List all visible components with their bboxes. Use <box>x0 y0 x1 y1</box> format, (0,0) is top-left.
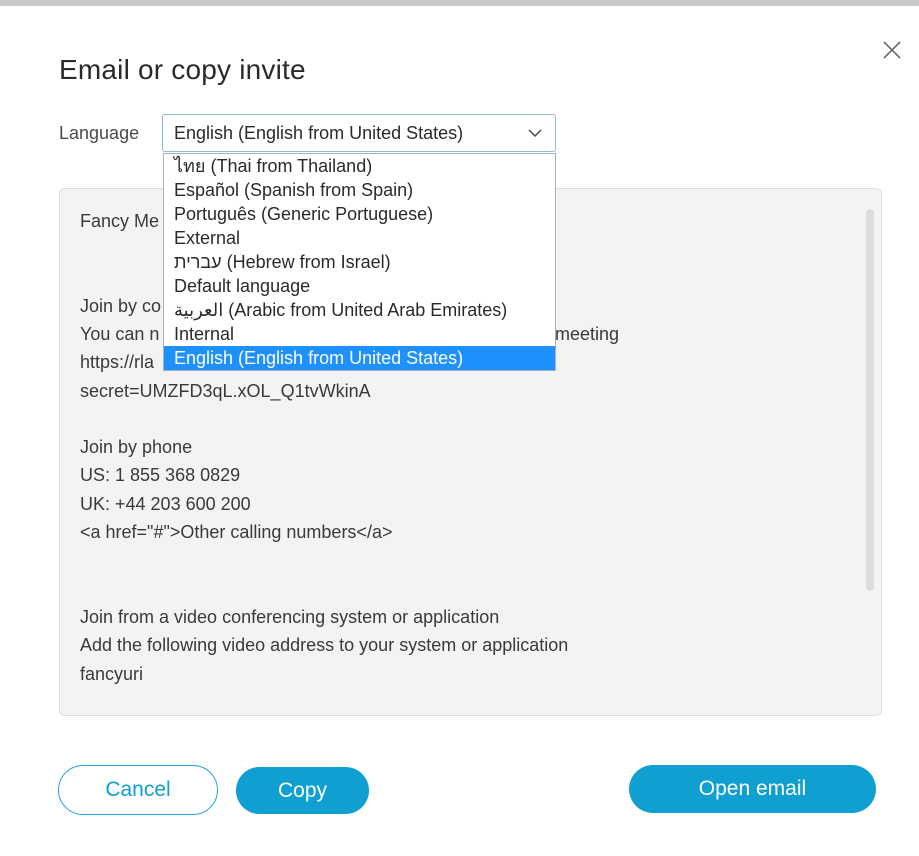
language-option-default[interactable]: Default language <box>164 274 555 298</box>
language-select[interactable]: English (English from United States) <box>162 114 556 152</box>
message-line: Join by phone <box>80 437 193 457</box>
copy-button[interactable]: Copy <box>236 767 369 814</box>
cancel-button[interactable]: Cancel <box>58 765 218 815</box>
close-icon[interactable] <box>882 40 902 60</box>
message-line: secret=UMZFD3qL.xOL_Q1tvWkinA <box>80 381 371 401</box>
message-line: UK: +44 203 600 200 <box>80 494 251 514</box>
top-border <box>0 0 919 6</box>
language-option-spanish[interactable]: Español (Spanish from Spain) <box>164 178 555 202</box>
message-line: Join from a video conferencing system or… <box>80 607 500 627</box>
language-option-internal[interactable]: Internal <box>164 322 555 346</box>
message-line: <a href="#">Other calling numbers</a> <box>80 522 393 542</box>
message-scrollbar[interactable] <box>866 209 874 591</box>
language-option-english[interactable]: English (English from United States) <box>164 346 555 370</box>
chevron-down-icon <box>528 129 542 138</box>
message-line: US: 1 855 368 0829 <box>80 465 241 485</box>
message-line: Add the following video address to your … <box>80 635 569 655</box>
language-dropdown-list: ไทย (Thai from Thailand) Español (Spanis… <box>163 153 556 371</box>
open-email-button[interactable]: Open email <box>629 765 876 813</box>
language-label: Language <box>59 123 140 143</box>
message-line: You can n <box>80 324 160 344</box>
dialog-title: Email or copy invite <box>59 54 306 85</box>
language-selected-value: English (English from United States) <box>174 123 464 143</box>
language-option-external[interactable]: External <box>164 226 555 250</box>
message-line: fancyuri <box>80 664 144 684</box>
message-line: Join by co <box>80 296 162 316</box>
language-option-hebrew[interactable]: עברית (Hebrew from Israel) <box>164 250 555 274</box>
message-line: Fancy Me <box>80 211 160 231</box>
close-button[interactable] <box>878 36 906 64</box>
language-option-portuguese[interactable]: Português (Generic Portuguese) <box>164 202 555 226</box>
message-line: meeting <box>555 324 620 344</box>
language-option-thai[interactable]: ไทย (Thai from Thailand) <box>164 154 555 178</box>
message-line: https://rla <box>80 352 155 372</box>
invite-dialog: Email or copy invite Language English (E… <box>0 0 919 856</box>
language-option-arabic[interactable]: العربية (Arabic from United Arab Emirate… <box>164 298 555 322</box>
